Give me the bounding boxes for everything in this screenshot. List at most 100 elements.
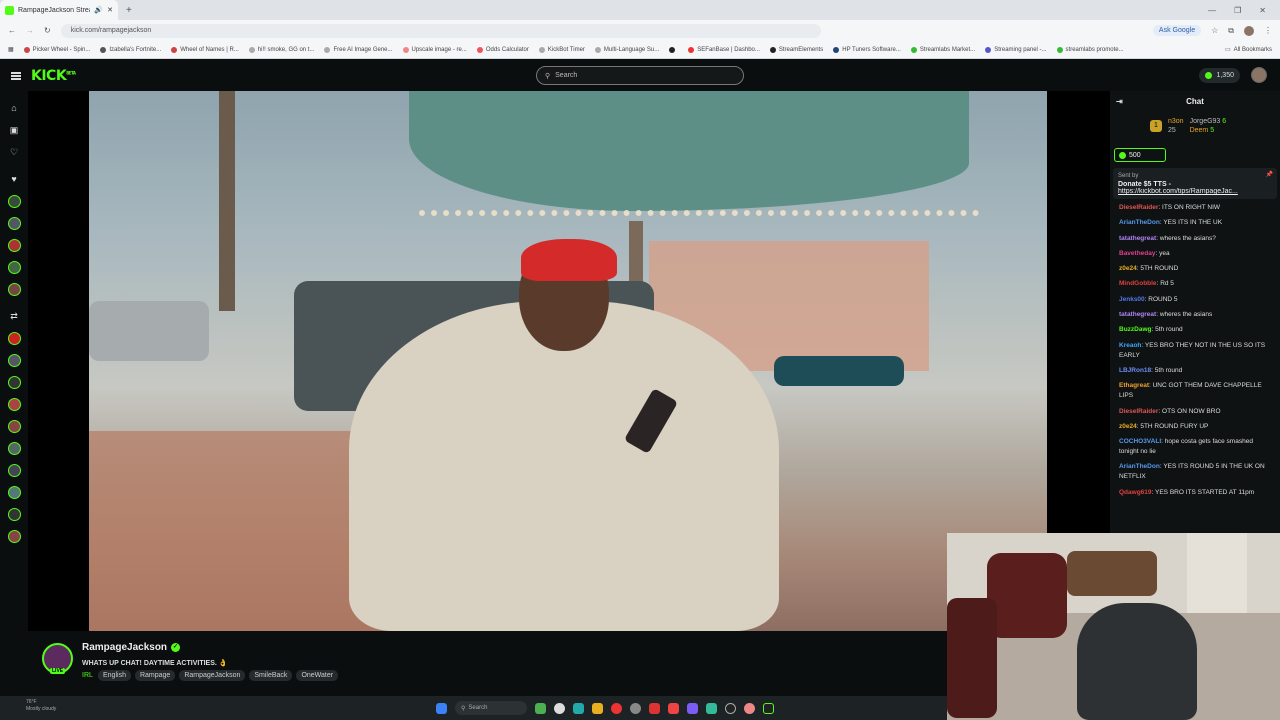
music-icon[interactable] <box>668 702 679 714</box>
app-icon[interactable] <box>573 702 584 714</box>
recommended-channel-avatar[interactable] <box>7 375 21 389</box>
chat-username[interactable]: tatathegreat <box>1119 235 1156 242</box>
new-tab-button[interactable]: + <box>126 5 132 16</box>
followed-channel-avatar[interactable] <box>7 282 21 296</box>
browser-tab[interactable]: RampageJackson Stream - 🔊 ✕ <box>0 0 118 20</box>
bookmark-item[interactable]: Streamlabs Market... <box>910 46 975 53</box>
chat-username[interactable]: Jenks00 <box>1119 296 1145 303</box>
url-field[interactable]: kick.com/rampagejackson <box>60 23 821 38</box>
tag[interactable]: Rampage <box>134 670 176 681</box>
close-window-icon[interactable]: ✕ <box>1259 6 1266 15</box>
recommended-channel-avatar[interactable] <box>7 331 21 345</box>
app-icon[interactable] <box>706 702 717 714</box>
app-icon[interactable] <box>763 702 774 714</box>
bookmark-item[interactable]: Izabella's Fortnite... <box>100 46 161 53</box>
bookmark-item[interactable]: KickBot Timer <box>538 46 585 53</box>
chat-username[interactable]: Bavetheday <box>1119 250 1156 257</box>
ask-google-button[interactable]: Ask Google <box>1152 25 1202 36</box>
maximize-icon[interactable]: ❐ <box>1234 6 1241 15</box>
widgets-icon[interactable] <box>535 702 546 714</box>
chat-username[interactable]: DieselRaider <box>1119 408 1158 415</box>
home-icon[interactable]: ⌂ <box>8 102 20 114</box>
chat-username[interactable]: MindGobble <box>1119 280 1157 287</box>
following-icon[interactable]: ♡ <box>8 146 20 158</box>
settings-icon[interactable] <box>630 702 641 714</box>
tag[interactable]: OneWater <box>296 670 339 681</box>
chat-username[interactable]: BuzzDawg <box>1119 326 1152 333</box>
bookmark-item[interactable]: Streaming panel -... <box>985 46 1047 53</box>
minimize-icon[interactable]: — <box>1208 6 1216 15</box>
profile-icon[interactable] <box>1244 25 1254 36</box>
chat-username[interactable]: COCHO3VALI <box>1119 438 1161 445</box>
followed-channel-avatar[interactable] <box>7 260 21 274</box>
pinned-link[interactable]: https://kickbot.com/tips/RampageJac... <box>1118 188 1272 195</box>
kicks-balance-button[interactable]: 1,350 <box>1199 68 1240 83</box>
recommended-channel-avatar[interactable] <box>7 397 21 411</box>
recommended-channel-avatar[interactable] <box>7 441 21 455</box>
bookmark-item[interactable]: HP Tuners Software... <box>833 46 901 53</box>
all-bookmarks-button[interactable]: ▭ All Bookmarks <box>1225 46 1272 54</box>
followed-channel-avatar[interactable] <box>7 216 21 230</box>
followed-channel-avatar[interactable] <box>7 238 21 252</box>
file-explorer-icon[interactable] <box>592 702 603 714</box>
browser-menu-icon[interactable]: ⋮ <box>1264 26 1272 35</box>
followed-channel-avatar[interactable] <box>7 194 21 208</box>
bookmark-star-icon[interactable]: ☆ <box>1211 26 1218 35</box>
bookmark-item[interactable]: Wheel of Names | R... <box>171 46 239 53</box>
bookmark-item[interactable]: Upscale image - re... <box>402 46 467 53</box>
hamburger-menu-icon[interactable] <box>11 71 21 80</box>
tag[interactable]: RampageJackson <box>179 670 246 681</box>
chat-username[interactable]: DieselRaider <box>1119 204 1158 211</box>
app-icon[interactable] <box>649 702 660 714</box>
bookmark-item[interactable]: Multi-Language Su... <box>594 46 659 53</box>
bookmark-item[interactable] <box>669 46 678 53</box>
extensions-icon[interactable]: ⧉ <box>1228 26 1234 36</box>
app-icon[interactable] <box>554 702 565 714</box>
chat-username[interactable]: z0e24 <box>1119 423 1137 430</box>
bookmark-item[interactable]: StreamElements <box>769 46 823 53</box>
pin-icon[interactable]: 📌 <box>1266 171 1273 178</box>
recommended-channel-avatar[interactable] <box>7 419 21 433</box>
mute-icon[interactable]: 🔊 <box>94 6 103 14</box>
bookmark-item[interactable]: streamlabs promote... <box>1056 46 1124 53</box>
windows-start-icon[interactable] <box>436 702 447 714</box>
app-icon[interactable] <box>687 702 698 714</box>
recommended-channel-avatar[interactable] <box>7 507 21 521</box>
app-icon[interactable] <box>744 702 755 714</box>
tag[interactable]: SmileBack <box>249 670 293 681</box>
recommended-channel-avatar[interactable] <box>7 463 21 477</box>
stream-category[interactable]: IRL <box>82 672 93 679</box>
apps-icon[interactable]: ▦ <box>8 46 14 53</box>
user-avatar[interactable] <box>1251 67 1267 83</box>
chat-username[interactable]: ArianTheDon <box>1119 219 1160 226</box>
recommended-channel-avatar[interactable] <box>7 529 21 543</box>
bookmark-item[interactable]: Odds Calculator <box>476 46 529 53</box>
search-input[interactable]: ⚲ Search <box>536 66 744 85</box>
kicks-gift-badge[interactable]: 500 <box>1114 148 1166 162</box>
reload-icon[interactable]: ↻ <box>44 26 51 35</box>
chat-username[interactable]: Qdawg619 <box>1119 489 1152 496</box>
chrome-icon[interactable] <box>611 702 622 714</box>
chat-username[interactable]: tatathegreat <box>1119 311 1156 318</box>
recommended-channel-avatar[interactable] <box>7 353 21 367</box>
chat-username[interactable]: Ethagreat <box>1119 382 1149 389</box>
tag[interactable]: English <box>98 670 131 681</box>
weather-widget[interactable]: 76°F Mostly cloudy <box>26 699 56 713</box>
back-icon[interactable]: ← <box>8 26 16 35</box>
taskbar-search[interactable]: ⚲ Search <box>455 701 527 715</box>
bookmark-item[interactable]: Free AI Image Gene... <box>324 46 393 53</box>
recommended-channel-avatar[interactable] <box>7 485 21 499</box>
collapse-chat-icon[interactable]: ⇥ <box>1116 97 1123 106</box>
obs-icon[interactable] <box>725 702 736 714</box>
close-tab-icon[interactable]: ✕ <box>107 6 113 14</box>
streamer-name[interactable]: RampageJackson <box>82 642 167 653</box>
pinned-message[interactable]: Sent by 📌 Donate $5 TTS - https://kickbo… <box>1113 168 1277 199</box>
bookmark-item[interactable]: SEFanBase | Dashbo... <box>688 46 760 53</box>
chat-username[interactable]: Kreaoh <box>1119 342 1141 349</box>
browse-icon[interactable]: ▣ <box>8 124 20 136</box>
chat-username[interactable]: ArianTheDon <box>1119 463 1160 470</box>
bookmark-item[interactable]: Picker Wheel - Spin... <box>23 46 90 53</box>
stream-video[interactable] <box>89 91 1047 631</box>
chat-username[interactable]: LBJRon18 <box>1119 367 1151 374</box>
forward-icon[interactable]: → <box>26 26 34 35</box>
